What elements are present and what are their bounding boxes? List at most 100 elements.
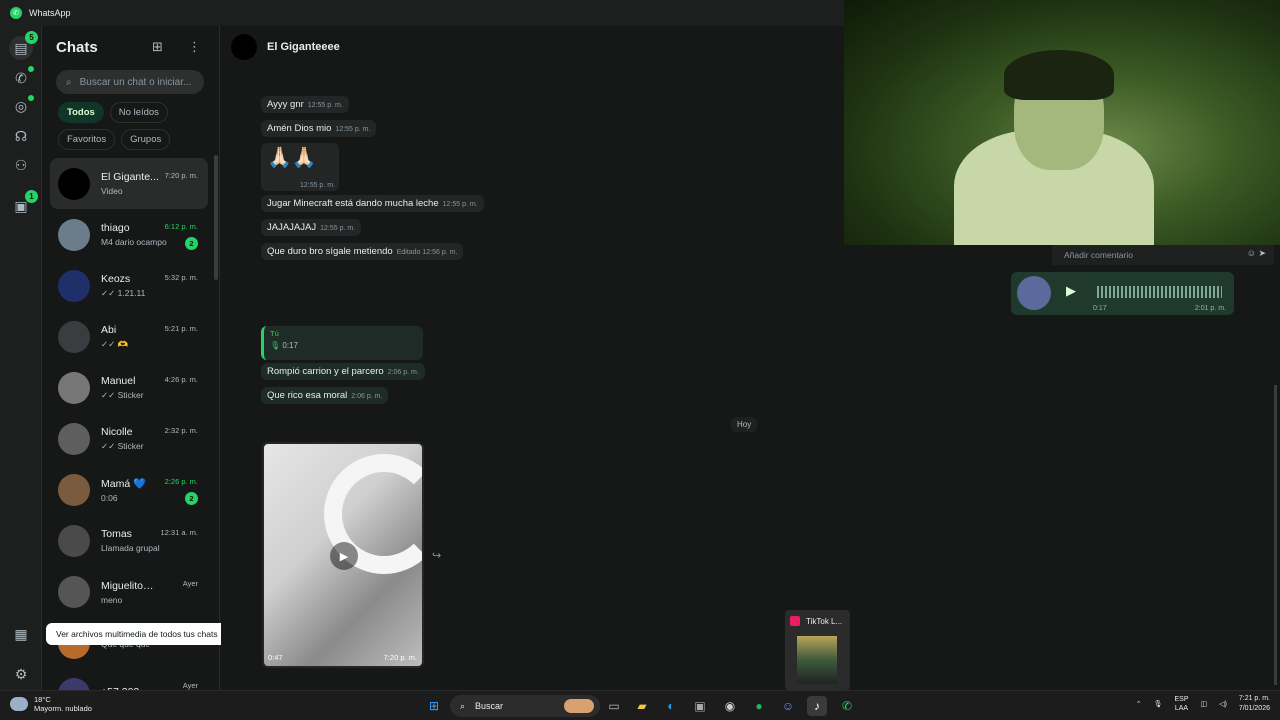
avatar: [58, 677, 90, 690]
conversation-header[interactable]: El Giganteeee: [221, 26, 844, 68]
chevron-up-icon[interactable]: ⌃: [1136, 700, 1142, 708]
play-icon[interactable]: ▶: [1066, 283, 1076, 299]
message-bubble[interactable]: Jugar Minecraft está dando mucha leche 12…: [261, 195, 484, 212]
chat-list-item[interactable]: Miguelito🤘 ... meno Ayer: [50, 566, 208, 617]
message-bubble[interactable]: JAJAJAJAJ 12:55 p. m.: [261, 219, 362, 236]
unread-badge: 2: [185, 237, 198, 250]
waveform[interactable]: [1097, 286, 1222, 298]
webcam-overlay: [844, 0, 1280, 245]
chat-preview: Llamada grupal: [101, 543, 160, 553]
windows-start-icon[interactable]: ⊞: [424, 696, 444, 716]
reply-quote[interactable]: Tú 🎙 0:17: [261, 326, 423, 360]
message-text: Que rico esa moral: [267, 390, 348, 401]
chat-list-scrollbar[interactable]: [214, 155, 218, 280]
video-message[interactable]: ▶ 0:47 7:20 p. m.: [262, 442, 424, 668]
file-explorer-icon[interactable]: ▰: [632, 696, 652, 716]
emoji-send-icon[interactable]: ☺ ➤: [1247, 248, 1266, 259]
emoji-bubble[interactable]: 🙏🏻🙏🏻 12:55 p. m.: [261, 143, 339, 191]
chat-list-header: Chats ⊞ ⋮: [42, 26, 219, 68]
settings-gear-icon[interactable]: ⚙: [9, 662, 33, 686]
conversation-scrollbar[interactable]: [1274, 385, 1277, 685]
clock-date: 7/01/2026: [1238, 705, 1270, 712]
weather-widget[interactable]: 18°C Mayorm. nublado: [10, 695, 92, 713]
language-indicator[interactable]: ESP LAA: [1174, 695, 1188, 713]
filter-groups[interactable]: Grupos: [121, 129, 171, 150]
chat-list: El Gigante... Video 7:20 p. m. thiago M4 dar…: [50, 158, 208, 690]
chat-list-item[interactable]: Abi ✓✓ 🫶 5:21 p. m.: [50, 311, 208, 362]
network-icon[interactable]: ◫: [1201, 700, 1208, 708]
task-view-icon[interactable]: ▭: [604, 696, 624, 716]
language-top: ESP: [1174, 696, 1189, 703]
chat-time: 4:26 p. m.: [164, 375, 198, 384]
spotify-icon[interactable]: ●: [749, 696, 769, 716]
tiktok-icon: [790, 616, 800, 626]
message-bubble[interactable]: Rompió carrion y el parcero 2:06 p. m.: [261, 363, 425, 380]
message-text: 🙏🏻🙏🏻: [267, 147, 317, 169]
reply-author: Tú: [270, 329, 279, 338]
forward-icon[interactable]: ↪: [432, 549, 441, 562]
tiktok-icon[interactable]: ♪: [807, 696, 827, 716]
avatar: [58, 524, 90, 557]
communities-icon[interactable]: ⚇: [9, 153, 33, 177]
nav-rail: ▤ 5 ✆ ◎ ☊ ⚇ ▣ 1 ▦ ⚙: [0, 26, 42, 690]
filter-unread[interactable]: No leídos: [109, 102, 168, 123]
voice-message[interactable]: ▶ 0:17 2:01 p. m.: [1011, 272, 1234, 315]
message-text: Que duro bro sígale metiendo: [267, 246, 393, 257]
menu-dots-icon[interactable]: ⋮: [188, 39, 201, 55]
tooltip-text: Ver archivos multimedia de todos tus cha…: [56, 629, 218, 639]
chat-preview: Video: [101, 186, 123, 196]
chat-list-item[interactable]: Nicolle ✓✓ Sticker 2:32 p. m.: [50, 413, 208, 464]
chat-name: Miguelito🤘 ...: [101, 579, 161, 592]
message-bubble[interactable]: Amén Dios mio 12:55 p. m.: [261, 120, 377, 137]
tiktok-window-preview[interactable]: TikTok L...: [785, 610, 850, 690]
play-icon[interactable]: ▶: [330, 542, 358, 570]
weather-temp: 18°C: [34, 695, 51, 704]
clock[interactable]: 7:21 p. m. 7/01/2026: [1239, 694, 1270, 714]
avatar: [58, 167, 90, 200]
message-bubble[interactable]: Que rico esa moral 2:06 p. m.: [261, 387, 389, 404]
comment-input[interactable]: Añadir comentario ☺ ➤: [1052, 245, 1274, 265]
filter-all[interactable]: Todos: [58, 102, 104, 123]
whatsapp-icon[interactable]: ✆: [837, 696, 857, 716]
mic-icon: 🎙: [270, 341, 281, 350]
search-highlight-icon: [564, 699, 594, 713]
chrome-icon[interactable]: ◉: [720, 696, 740, 716]
message-time: 12:55 p. m.: [442, 201, 478, 208]
status-dot: [28, 95, 34, 101]
contact-avatar[interactable]: [231, 34, 257, 60]
chat-list-item[interactable]: Keozs ✓✓ 1.21.11 5:32 p. m.: [50, 260, 208, 311]
chat-list-item[interactable]: Manuel ✓✓ Sticker 4:26 p. m.: [50, 362, 208, 413]
chat-list-item[interactable]: Tomas Llamada grupal 12:31 a. m.: [50, 515, 208, 566]
message-bubble[interactable]: Que duro bro sígale metiendo Editado 12:5…: [261, 243, 464, 260]
chat-time: 2:32 p. m.: [164, 426, 198, 435]
gallery-icon[interactable]: ▦: [9, 622, 33, 646]
message-time: Editado 12:56 p. m.: [396, 249, 458, 256]
chat-list-item[interactable]: thiago M4 dario ocampo 6:12 p. m. 2: [50, 209, 208, 260]
search-input[interactable]: ⌕ Buscar un chat o iniciar...: [56, 70, 204, 94]
taskbar-search[interactable]: ⌕ Buscar: [450, 695, 600, 717]
new-chat-icon[interactable]: ⊞: [152, 39, 163, 55]
filter-favorites[interactable]: Favoritos: [58, 129, 116, 150]
message-bubble[interactable]: Ayyy gnr 12:55 p. m.: [261, 96, 349, 113]
chat-list-item[interactable]: El Gigante... Video 7:20 p. m.: [50, 158, 208, 209]
edge-icon[interactable]: ◐: [661, 696, 681, 716]
discord-icon[interactable]: ☺: [778, 696, 798, 716]
taskbar-search-label: Buscar: [475, 701, 504, 711]
chat-preview: ✓✓ 1.21.11: [101, 287, 146, 298]
message-time: 2:06 p. m.: [387, 369, 419, 376]
chat-time: 12:31 a. m.: [160, 528, 198, 537]
chat-list-item[interactable]: +57 302 ... (Tú)Ayer: [50, 668, 208, 690]
reply-audio-duration: 0:17: [282, 341, 298, 350]
chat-name: Manuel: [101, 374, 136, 387]
comment-placeholder: Añadir comentario: [1064, 250, 1133, 260]
volume-icon[interactable]: ◁): [1219, 700, 1227, 708]
mic-icon[interactable]: 🎙: [1154, 700, 1163, 708]
avatar: [58, 473, 90, 506]
chat-name: El Gigante...: [101, 171, 159, 183]
chat-list-item[interactable]: Mamá 💙 0:06 2:26 p. m. 2: [50, 464, 208, 515]
message-text: JAJAJAJAJ: [267, 222, 317, 233]
language-bottom: LAA: [1174, 705, 1189, 712]
channels-icon[interactable]: ☊: [9, 124, 33, 148]
store-icon[interactable]: ▣: [690, 696, 710, 716]
chat-name: Nicolle: [101, 425, 133, 438]
